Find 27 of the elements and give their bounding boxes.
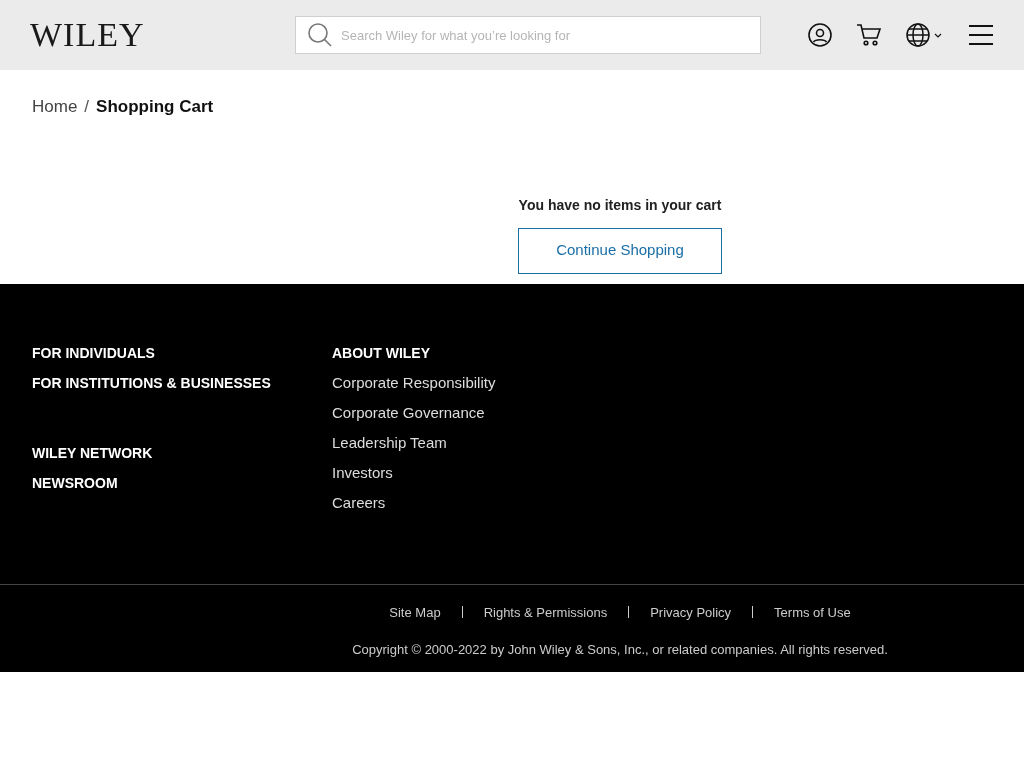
footer-link[interactable]: Corporate Responsibility: [332, 367, 496, 398]
breadcrumb-link[interactable]: Home: [32, 94, 78, 120]
legal-link[interactable]: Privacy Policy: [650, 602, 732, 622]
footer-link[interactable]: Investors: [332, 457, 496, 488]
empty-cart-message: You have no items in your cart: [518, 195, 722, 215]
search-icon: [307, 22, 333, 48]
breadcrumb-separator: /: [84, 96, 90, 118]
footer-link[interactable]: Careers: [332, 487, 496, 518]
logo[interactable]: WILEY: [30, 18, 295, 52]
footer-link[interactable]: FOR INSTITUTIONS & BUSINESSES: [32, 367, 332, 398]
continue-shopping-button[interactable]: Continue Shopping: [518, 227, 722, 274]
legal-link[interactable]: Site Map: [389, 602, 441, 622]
footer-heading: ABOUT WILEY: [332, 343, 431, 363]
search-field[interactable]: Search Wiley for what you’re looking for: [295, 16, 761, 54]
footer-link[interactable]: NEWSROOM: [32, 467, 332, 498]
legal-link[interactable]: Rights & Permissions: [483, 602, 608, 622]
footer-link[interactable]: Corporate Governance: [332, 397, 496, 428]
footer-link[interactable]: Leadership Team: [332, 427, 496, 458]
footer-link[interactable]: FOR INDIVIDUALS: [32, 337, 332, 368]
account-icon[interactable]: [808, 23, 832, 47]
copyright-text: Copyright © 2000-2022 by John Wiley & Sons, Inc., or related companies. All rights reserved.: [352, 641, 888, 659]
breadcrumb-current[interactable]: Shopping Cart: [96, 94, 214, 120]
globe-icon[interactable]: [906, 23, 944, 47]
footer-link[interactable]: WILEY NETWORK: [32, 437, 332, 468]
legal-link[interactable]: Terms of Use: [774, 602, 851, 622]
menu-icon[interactable]: [968, 24, 994, 46]
cart-icon[interactable]: [856, 23, 882, 47]
